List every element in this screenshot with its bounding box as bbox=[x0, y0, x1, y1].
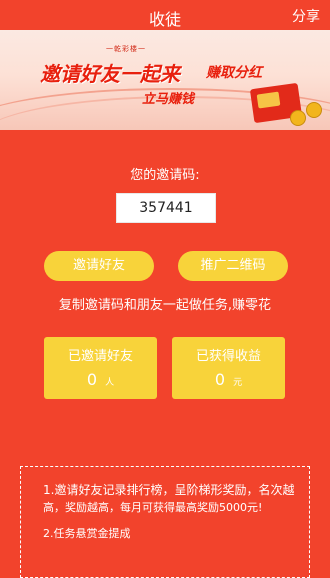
share-button[interactable]: 分享 bbox=[292, 6, 320, 26]
banner-headline: 邀请好友一起来 bbox=[40, 62, 180, 86]
invited-friends-unit: 人 bbox=[105, 378, 115, 388]
page-title: 收徒 bbox=[148, 10, 181, 29]
banner-subtitle: 立马赚钱 bbox=[142, 92, 195, 107]
invited-friends-card: 已邀请好友 0人 bbox=[44, 337, 157, 399]
earned-income-value-row: 0元 bbox=[172, 370, 285, 389]
rule-item-1-line-1: 1.邀请好友记录排行榜，呈阶梯形奖励，名次越 bbox=[43, 483, 295, 497]
earned-income-amount: 0 bbox=[214, 370, 226, 389]
coin-icon bbox=[306, 102, 322, 118]
banner-tag: 一乾彩楼一 bbox=[106, 45, 146, 53]
promo-qr-button[interactable]: 推广二维码 bbox=[178, 251, 288, 281]
rule-item-2: 2.任务悬赏金提成 bbox=[43, 527, 131, 540]
invited-friends-title: 已邀请好友 bbox=[67, 349, 133, 364]
invited-friends-value-row: 0人 bbox=[44, 370, 157, 389]
banner-side-text: 赚取分红 bbox=[206, 65, 262, 81]
invited-friends-count: 0 bbox=[86, 370, 98, 389]
invite-friends-button[interactable]: 邀请好友 bbox=[44, 251, 154, 281]
rule-item-1: 1.邀请好友记录排行榜，呈阶梯形奖励，名次越 高，奖励越高，每月可获得最高奖励5… bbox=[43, 481, 301, 517]
invite-code-field[interactable]: 357441 bbox=[116, 193, 216, 223]
promo-banner[interactable]: 一乾彩楼一 邀请好友一起来 赚取分红 立马赚钱 bbox=[0, 30, 330, 130]
rules-box: 1.邀请好友记录排行榜，呈阶梯形奖励，名次越 高，奖励越高，每月可获得最高奖励5… bbox=[20, 466, 310, 578]
invite-code-label: 您的邀请码: bbox=[130, 168, 200, 183]
envelope-flap bbox=[256, 91, 281, 109]
invite-hint: 复制邀请码和朋友一起做任务,赚零花 bbox=[58, 298, 272, 313]
earned-income-title: 已获得收益 bbox=[195, 349, 261, 364]
earned-income-unit: 元 bbox=[233, 378, 243, 388]
coin-icon bbox=[290, 110, 306, 126]
top-bar: 收徒 分享 bbox=[0, 0, 330, 30]
earned-income-card: 已获得收益 0元 bbox=[172, 337, 285, 399]
rule-item-1-line-2: 高，奖励越高，每月可获得最高奖励5000元! bbox=[43, 501, 263, 514]
